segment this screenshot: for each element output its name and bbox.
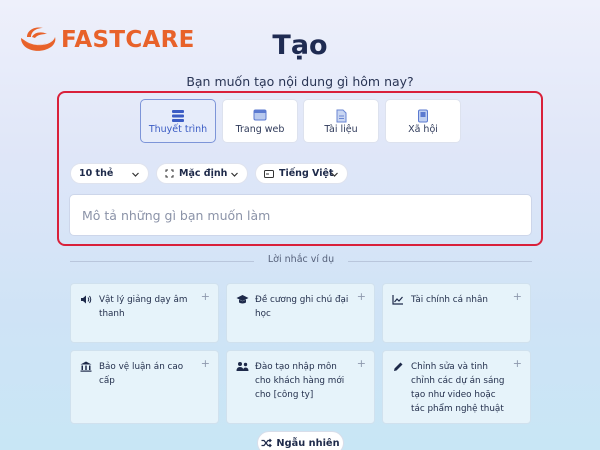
divider-line-right (348, 261, 532, 262)
suggestion-text: Đào tạo nhập môn cho khách hàng mới cho … (255, 362, 345, 400)
chevron-down-icon (231, 172, 238, 177)
example-prompts-heading: Lời nhắc ví dụ (267, 254, 335, 265)
chevron-down-icon (331, 172, 338, 177)
chevron-down-icon (132, 172, 139, 177)
chart-line-icon (392, 295, 403, 305)
plus-icon[interactable]: + (357, 290, 366, 304)
webpage-icon (253, 109, 267, 121)
suggestion-card[interactable]: Chỉnh sửa và tinh chỉnh các dự án sáng t… (382, 350, 531, 424)
language-dropdown[interactable]: Tiếng Việt (255, 163, 348, 184)
people-icon (236, 362, 249, 371)
suggestion-text: Vật lý giảng dạy âm thanh (99, 295, 188, 319)
layout-value: Mặc định (179, 168, 228, 179)
plus-icon[interactable]: + (201, 290, 210, 304)
type-presentation-label: Thuyết trình (148, 124, 208, 135)
cards-count-value: 10 thẻ (79, 168, 114, 179)
suggestion-text: Tài chính cá nhân (411, 295, 488, 305)
suggestion-card[interactable]: Vật lý giảng dạy âm thanh + (70, 283, 219, 343)
shuffle-icon (261, 438, 273, 448)
suggestion-card[interactable]: Đào tạo nhập môn cho khách hàng mới cho … (226, 350, 375, 424)
language-value: Tiếng Việt (279, 168, 334, 179)
suggestion-text: Đề cương ghi chú đại học (255, 295, 349, 319)
random-button[interactable]: Ngẫu nhiên (257, 431, 344, 450)
plus-icon[interactable]: + (513, 357, 522, 371)
type-social-label: Xã hội (408, 124, 438, 135)
cards-count-dropdown[interactable]: 10 thẻ (70, 163, 149, 184)
type-webpage-button[interactable]: Trang web (222, 99, 298, 143)
example-prompts-divider: Lời nhắc ví dụ (70, 254, 532, 268)
social-icon (418, 109, 428, 123)
type-document-button[interactable]: Tài liệu (303, 99, 379, 143)
presentation-icon (172, 110, 184, 122)
type-webpage-label: Trang web (235, 124, 285, 135)
type-social-button[interactable]: Xã hội (385, 99, 461, 143)
type-document-label: Tài liệu (324, 124, 358, 135)
suggestion-card[interactable]: Đề cương ghi chú đại học + (226, 283, 375, 343)
plus-icon[interactable]: + (357, 357, 366, 371)
graduation-cap-icon (236, 295, 249, 304)
suggestion-card[interactable]: Bảo vệ luận án cao cấp + (70, 350, 219, 424)
suggestion-card[interactable]: Tài chính cá nhân + (382, 283, 531, 343)
type-presentation-button[interactable]: Thuyết trình (140, 99, 216, 143)
suggestion-text: Bảo vệ luận án cao cấp (99, 362, 184, 386)
institution-icon (80, 361, 92, 372)
page-title: Tạo (272, 30, 328, 61)
plus-icon[interactable]: + (201, 357, 210, 371)
random-button-label: Ngẫu nhiên (276, 437, 340, 449)
layout-dropdown[interactable]: Mặc định (156, 163, 248, 184)
pen-icon (394, 362, 403, 371)
page-subtitle: Bạn muốn tạo nội dung gì hôm nay? (186, 74, 414, 89)
plus-icon[interactable]: + (513, 290, 522, 304)
prompt-input[interactable] (69, 194, 532, 236)
document-icon (336, 109, 347, 123)
layout-icon (165, 169, 174, 178)
content-type-selector: Thuyết trình Trang web Tài liệu Xã hội (0, 99, 600, 143)
language-icon (264, 169, 274, 178)
speaker-icon (81, 295, 92, 304)
suggestion-text: Chỉnh sửa và tinh chỉnh các dự án sáng t… (411, 362, 505, 414)
